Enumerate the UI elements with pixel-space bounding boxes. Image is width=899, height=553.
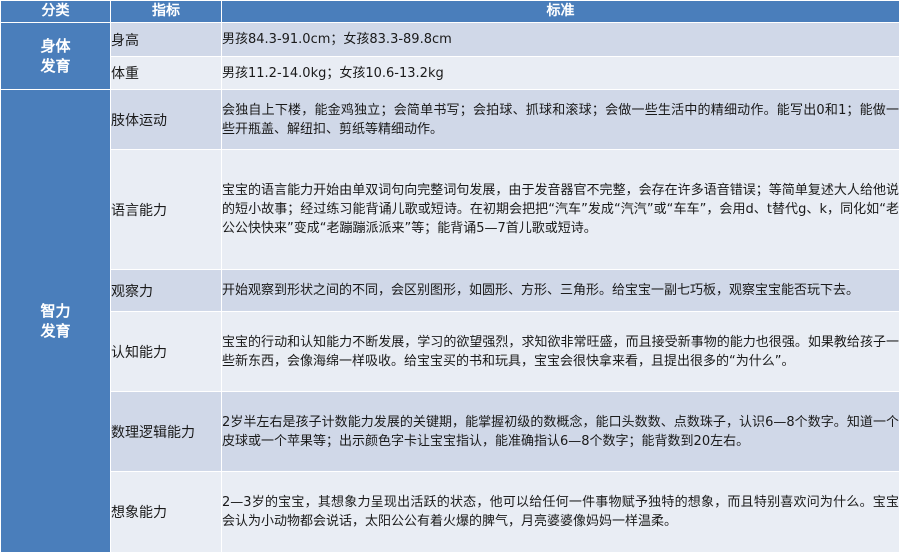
standard-cell: 男孩11.2-14.0kg；女孩10.6-13.2kg	[222, 57, 899, 90]
table-row: 观察力 开始观察到形状之间的不同，会区别图形，如圆形、方形、三角形。给宝宝一副七…	[1, 270, 899, 312]
header-row: 分类 指标 标准	[1, 1, 899, 23]
table-row: 认知能力 宝宝的行动和认知能力不断发展，学习的欲望强烈，求知欲非常旺盛，而且接受…	[1, 312, 899, 392]
indicator-cell: 体重	[111, 57, 222, 90]
indicator-cell: 观察力	[111, 270, 222, 312]
standard-cell: 2岁半左右是孩子计数能力发展的关键期，能掌握初级的数概念，能口头数数、点数珠子，…	[222, 392, 899, 472]
category-physical: 身体发育	[1, 23, 111, 90]
indicator-cell: 身高	[111, 23, 222, 57]
table-row: 想象能力 2—3岁的宝宝，其想象力呈现出活跃的状态，他可以给任何一件事物赋予独特…	[1, 472, 899, 553]
standard-cell: 男孩84.3-91.0cm；女孩83.3-89.8cm	[222, 23, 899, 57]
table-row: 身体发育 身高 男孩84.3-91.0cm；女孩83.3-89.8cm	[1, 23, 899, 57]
table-row: 体重 男孩11.2-14.0kg；女孩10.6-13.2kg	[1, 57, 899, 90]
indicator-cell: 认知能力	[111, 312, 222, 392]
table-row: 语言能力 宝宝的语言能力开始由单双词句向完整词句发展，由于发音器官不完整，会存在…	[1, 150, 899, 270]
indicator-cell: 语言能力	[111, 150, 222, 270]
header-indicator: 指标	[111, 1, 222, 23]
table-row: 数理逻辑能力 2岁半左右是孩子计数能力发展的关键期，能掌握初级的数概念，能口头数…	[1, 392, 899, 472]
standard-cell: 会独自上下楼，能金鸡独立；会简单书写；会拍球、抓球和滚球；会做一些生活中的精细动…	[222, 90, 899, 150]
header-standard: 标准	[222, 1, 899, 23]
category-label: 智力发育	[36, 301, 76, 341]
table-row: 智力发育 肢体运动 会独自上下楼，能金鸡独立；会简单书写；会拍球、抓球和滚球；会…	[1, 90, 899, 150]
header-category: 分类	[1, 1, 111, 23]
indicator-cell: 肢体运动	[111, 90, 222, 150]
standard-cell: 2—3岁的宝宝，其想象力呈现出活跃的状态，他可以给任何一件事物赋予独特的想象，而…	[222, 472, 899, 553]
category-label: 身体发育	[36, 36, 76, 76]
category-intellectual: 智力发育	[1, 90, 111, 553]
indicator-cell: 想象能力	[111, 472, 222, 553]
standard-cell: 开始观察到形状之间的不同，会区别图形，如圆形、方形、三角形。给宝宝一副七巧板，观…	[222, 270, 899, 312]
indicator-cell: 数理逻辑能力	[111, 392, 222, 472]
development-table: 分类 指标 标准 身体发育 身高 男孩84.3-91.0cm；女孩83.3-89…	[0, 0, 899, 553]
standard-cell: 宝宝的语言能力开始由单双词句向完整词句发展，由于发音器官不完整，会存在许多语音错…	[222, 150, 899, 270]
standard-cell: 宝宝的行动和认知能力不断发展，学习的欲望强烈，求知欲非常旺盛，而且接受新事物的能…	[222, 312, 899, 392]
